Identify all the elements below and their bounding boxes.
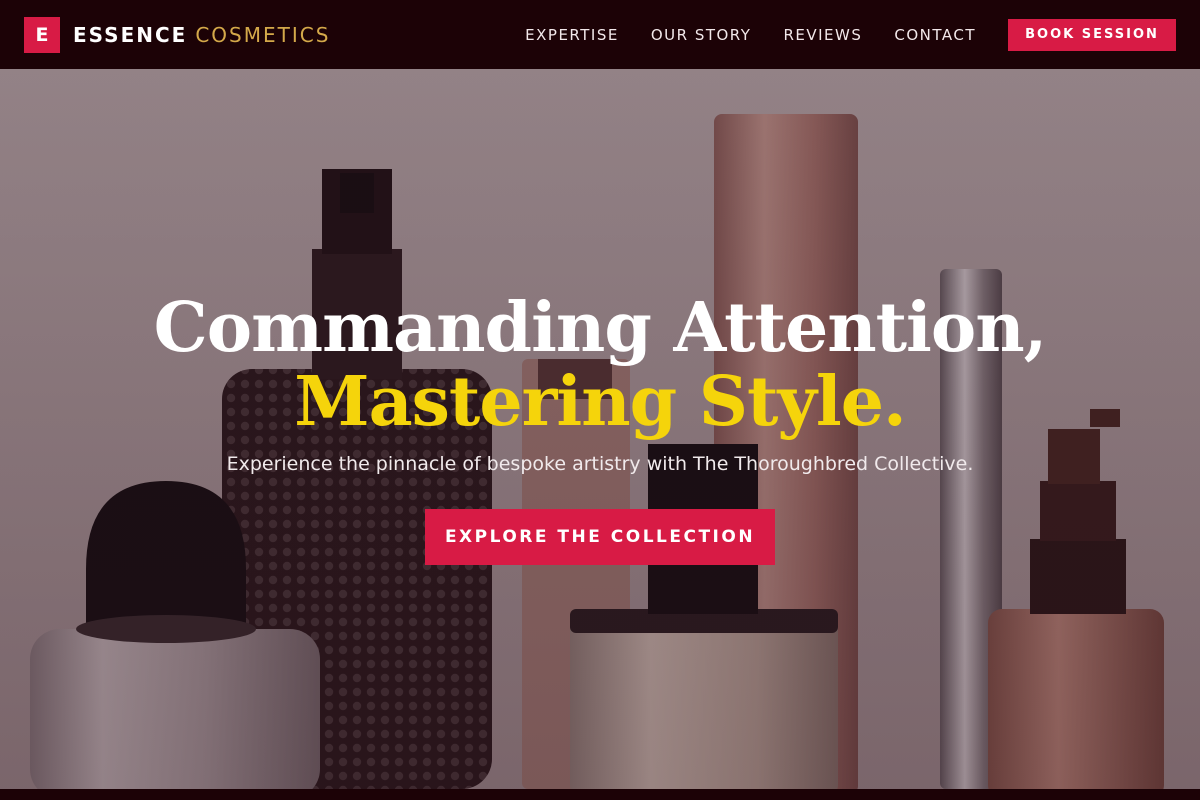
logo-mark: E (24, 16, 60, 53)
hero-title-line1: Commanding Attention, (153, 288, 1048, 368)
logo[interactable]: E ESSENCE COSMETICS (24, 16, 330, 53)
brand-name: ESSENCE COSMETICS (73, 23, 330, 47)
brand-secondary: COSMETICS (195, 22, 331, 47)
nav-link-expertise[interactable]: EXPERTISE (525, 26, 619, 44)
nav-links: EXPERTISE OUR STORY REVIEWS CONTACT (525, 26, 976, 44)
nav-link-our-story[interactable]: OUR STORY (651, 26, 752, 44)
hero-section: Commanding Attention, Mastering Style. E… (0, 69, 1200, 789)
hero-subtitle: Experience the pinnacle of bespoke artis… (226, 453, 974, 475)
hero-content: Commanding Attention, Mastering Style. E… (0, 69, 1200, 789)
bottom-strip (0, 789, 1200, 800)
nav-link-contact[interactable]: CONTACT (894, 26, 976, 44)
explore-collection-button[interactable]: EXPLORE THE COLLECTION (425, 509, 775, 565)
brand-primary: ESSENCE (73, 22, 188, 47)
nav-link-reviews[interactable]: REVIEWS (783, 26, 862, 44)
hero-title: Commanding Attention, Mastering Style. (153, 288, 1048, 442)
book-session-button[interactable]: BOOK SESSION (1008, 18, 1176, 51)
hero-title-line2: Mastering Style. (294, 362, 906, 442)
top-navigation: E ESSENCE COSMETICS EXPERTISE OUR STORY R… (0, 0, 1200, 69)
